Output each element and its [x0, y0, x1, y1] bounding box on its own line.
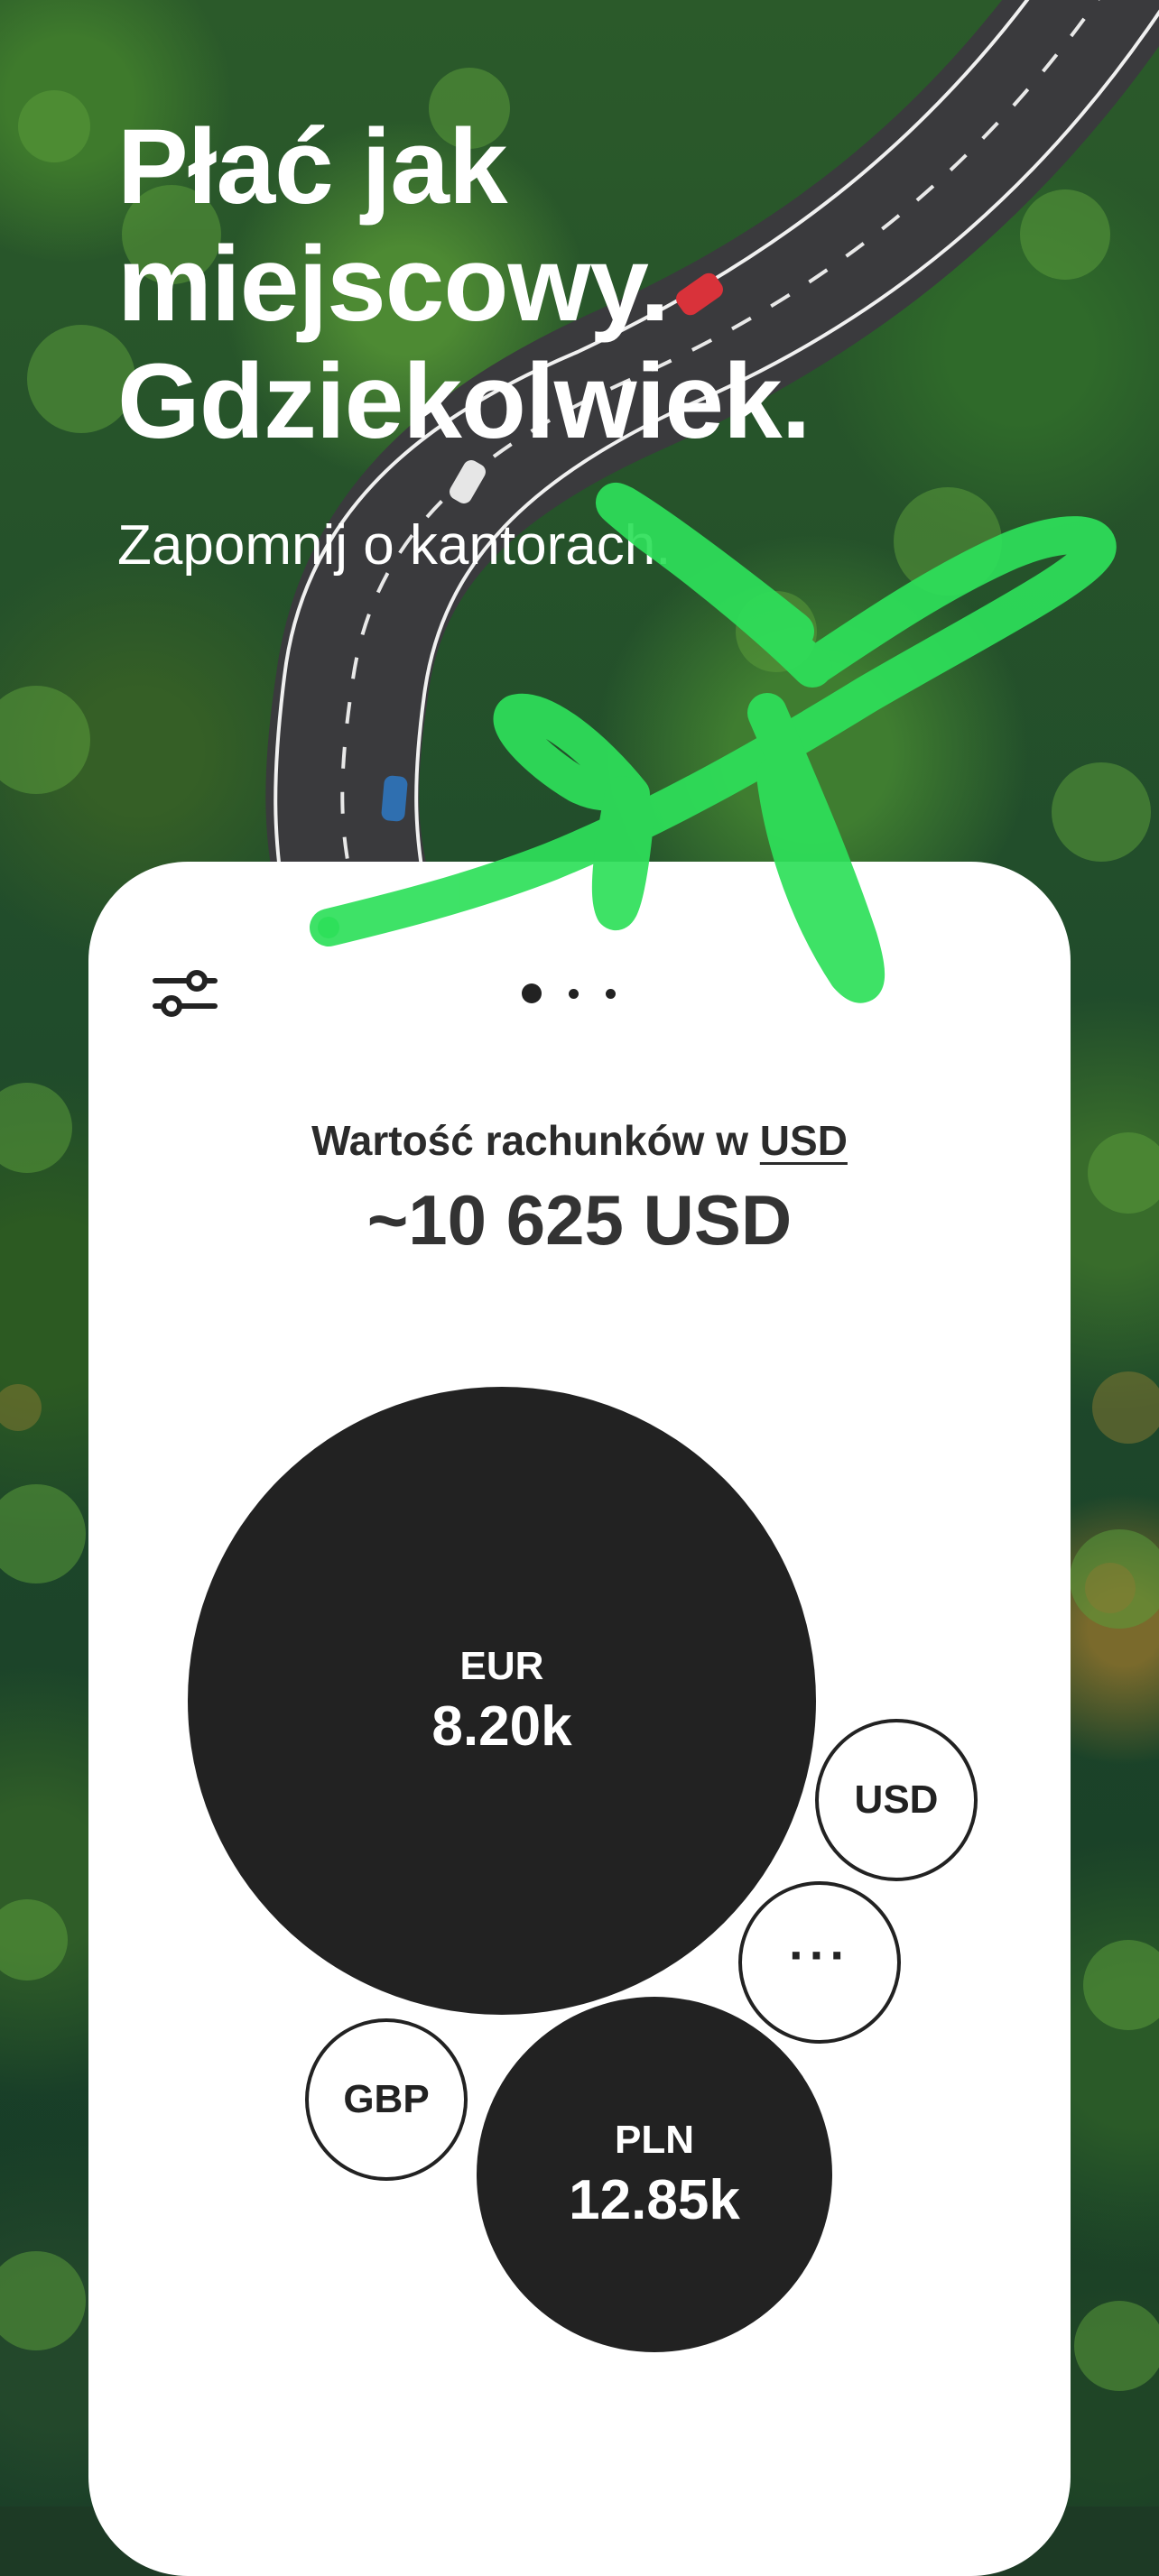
bubble-amount: 12.85k — [569, 2168, 740, 2231]
page-dot[interactable] — [569, 988, 579, 999]
sliders-icon[interactable] — [152, 968, 218, 1019]
currency-bubble-gbp[interactable]: GBP — [305, 2018, 468, 2181]
currency-bubble-usd[interactable]: USD — [815, 1719, 978, 1881]
bubble-code: EUR — [459, 1643, 544, 1688]
value-label-prefix: Wartość rachunków w — [311, 1117, 749, 1164]
more-currencies-button[interactable]: ··· — [738, 1881, 901, 2044]
bubble-amount: 8.20k — [431, 1694, 572, 1758]
bubble-code: GBP — [343, 2077, 430, 2121]
currency-bubble-eur[interactable]: EUR 8.20k — [188, 1387, 816, 2015]
hero-subtitle: Zapomnij o kantorach. — [117, 514, 672, 577]
more-icon: ··· — [789, 1926, 850, 1983]
currency-bubble-pln[interactable]: PLN 12.85k — [477, 1997, 832, 2352]
value-currency-selector[interactable]: USD — [760, 1117, 848, 1164]
hero-title: Płać jak miejscowy. Gdziekolwiek. — [117, 107, 811, 461]
page-dot[interactable] — [606, 988, 616, 999]
page-dot-active[interactable] — [522, 983, 542, 1003]
bubble-code: USD — [854, 1777, 939, 1822]
accounts-value-label: Wartość rachunków w USD — [88, 1116, 1071, 1165]
total-value: ~10 625 USD — [366, 1180, 793, 1260]
page-indicator[interactable] — [522, 980, 630, 1007]
accounts-card: Wartość rachunków w USD ~10 625 USD EUR … — [88, 862, 1071, 2576]
bubble-code: PLN — [615, 2117, 694, 2162]
